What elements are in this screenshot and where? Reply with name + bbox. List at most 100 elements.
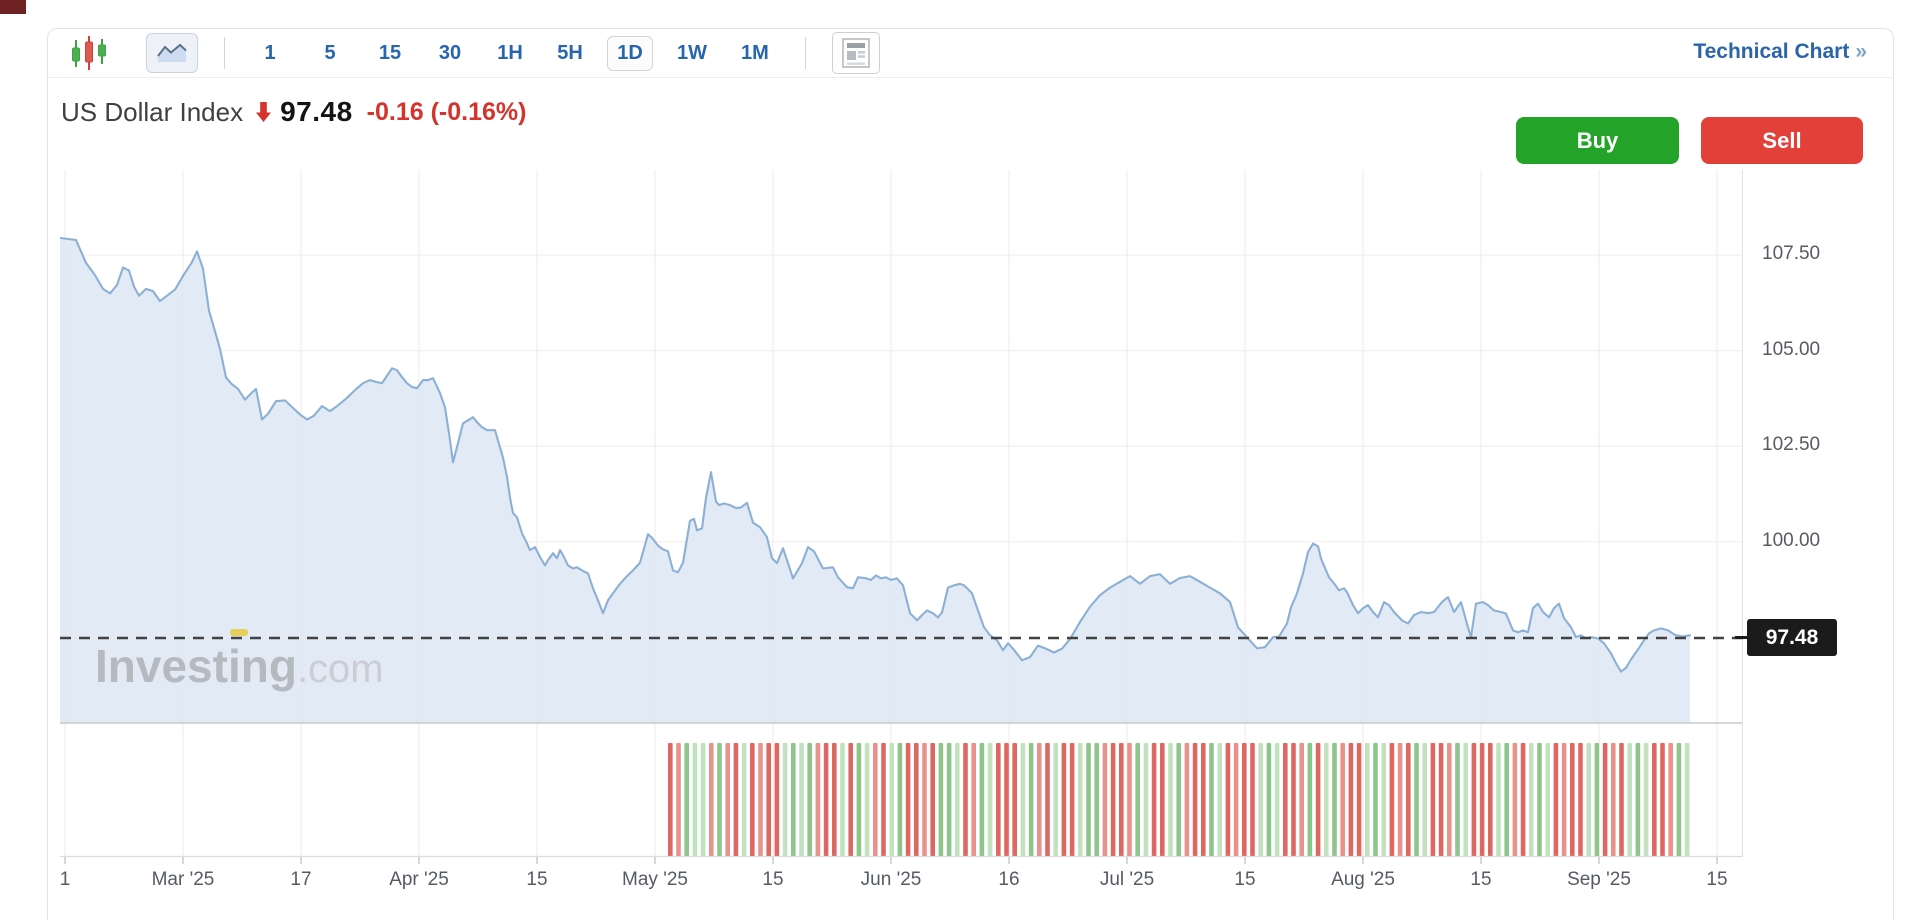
volume-bar bbox=[1078, 743, 1083, 857]
volume-bar bbox=[758, 743, 763, 857]
volume-bar bbox=[922, 743, 927, 857]
interval-button-5[interactable]: 5 bbox=[307, 36, 353, 71]
volume-bar bbox=[1324, 743, 1329, 857]
volume-bar bbox=[1160, 743, 1165, 857]
volume-bar bbox=[889, 743, 894, 857]
buy-button[interactable]: Buy bbox=[1516, 117, 1679, 164]
x-axis-label: 15 bbox=[762, 869, 784, 890]
volume-bar bbox=[823, 743, 829, 857]
interval-button-group: 1 5 15 30 1H 5H 1D 1W 1M bbox=[247, 35, 779, 71]
volume-bar bbox=[1184, 743, 1190, 857]
volume-bar bbox=[1315, 743, 1321, 857]
interval-button-1d[interactable]: 1D bbox=[607, 35, 653, 71]
volume-bar bbox=[856, 743, 862, 857]
volume-bar bbox=[1151, 743, 1157, 857]
volume-bar bbox=[840, 743, 845, 857]
volume-bar bbox=[1406, 743, 1411, 857]
volume-bar bbox=[1684, 743, 1690, 857]
volume-bar bbox=[832, 743, 837, 857]
x-axis-label: 1 bbox=[59, 869, 71, 890]
x-axis-label: Sep '25 bbox=[1567, 869, 1631, 890]
volume-bar bbox=[864, 743, 870, 857]
y-axis-label: 102.50 bbox=[1762, 434, 1821, 456]
volume-bar bbox=[1660, 743, 1665, 857]
toolbar-separator bbox=[804, 37, 806, 69]
news-layout-button[interactable] bbox=[831, 32, 880, 74]
interval-button-5h[interactable]: 5H bbox=[547, 36, 593, 71]
volume-bar bbox=[1561, 743, 1567, 857]
price-chart-plot-area[interactable]: Investing.com bbox=[60, 170, 1743, 870]
interval-button-1w[interactable]: 1W bbox=[667, 36, 717, 71]
investing-watermark: Investing.com bbox=[95, 640, 384, 692]
interval-button-1h[interactable]: 1H bbox=[487, 36, 533, 71]
interval-button-1[interactable]: 1 bbox=[247, 36, 293, 71]
last-price: 97.48 bbox=[280, 96, 353, 127]
volume-bar bbox=[1102, 743, 1108, 857]
technical-chart-link[interactable]: Technical Chart» bbox=[1693, 40, 1867, 64]
x-axis-label: Jun '25 bbox=[860, 869, 922, 890]
x-axis-label: Aug '25 bbox=[1331, 869, 1395, 890]
interval-button-30[interactable]: 30 bbox=[427, 36, 473, 71]
volume-bar bbox=[1192, 743, 1198, 857]
x-axis-label: 15 bbox=[1706, 869, 1728, 890]
x-axis-label: 15 bbox=[1234, 869, 1256, 890]
volume-bar bbox=[1135, 743, 1140, 857]
volume-bar bbox=[1053, 743, 1058, 857]
volume-bar bbox=[1512, 743, 1518, 857]
volume-bar bbox=[1291, 743, 1296, 857]
interval-button-1m[interactable]: 1M bbox=[731, 36, 779, 71]
volume-bar bbox=[1422, 743, 1427, 857]
volume-bar bbox=[1676, 743, 1682, 857]
x-axis-label: Apr '25 bbox=[389, 869, 449, 890]
volume-bar bbox=[1463, 743, 1468, 857]
volume-bar bbox=[1471, 743, 1477, 857]
volume-bar bbox=[1283, 743, 1288, 857]
volume-bar bbox=[1020, 743, 1026, 857]
candlestick-icon bbox=[72, 36, 106, 70]
x-axis-label: May '25 bbox=[622, 869, 688, 890]
volume-bar bbox=[1381, 743, 1386, 857]
y-axis-label: 100.00 bbox=[1762, 529, 1821, 551]
volume-bar bbox=[1348, 743, 1354, 857]
volume-bar bbox=[905, 743, 911, 857]
volume-bar bbox=[717, 743, 722, 857]
volume-bar bbox=[1069, 743, 1075, 857]
volume-bar bbox=[676, 743, 681, 857]
sell-button[interactable]: Sell bbox=[1701, 117, 1863, 164]
candlestick-chart-type-button[interactable] bbox=[70, 34, 110, 72]
volume-bar bbox=[897, 743, 903, 857]
volume-bar bbox=[1143, 743, 1149, 857]
volume-bar bbox=[1110, 743, 1116, 857]
volume-bar bbox=[1397, 743, 1403, 857]
volume-bar bbox=[946, 743, 952, 857]
volume-bar bbox=[1488, 743, 1493, 857]
volume-bar bbox=[1611, 743, 1616, 857]
volume-bar bbox=[1094, 743, 1099, 857]
volume-bar bbox=[1455, 743, 1460, 857]
volume-bar bbox=[1373, 743, 1378, 857]
volume-bar bbox=[1553, 743, 1559, 857]
volume-bar bbox=[791, 743, 796, 857]
volume-bar bbox=[1447, 743, 1452, 857]
volume-bar bbox=[996, 743, 1001, 857]
y-axis-label: 107.50 bbox=[1762, 243, 1821, 265]
volume-bar bbox=[930, 743, 935, 857]
volume-bar bbox=[1627, 743, 1632, 857]
volume-bar bbox=[807, 743, 812, 857]
area-chart-type-button[interactable] bbox=[146, 33, 198, 73]
x-axis-label: Mar '25 bbox=[151, 869, 215, 890]
volume-bar bbox=[1652, 743, 1657, 857]
volume-bar bbox=[692, 743, 698, 857]
volume-bar bbox=[938, 743, 944, 857]
volume-bar bbox=[1004, 743, 1009, 857]
volume-bar bbox=[1479, 743, 1485, 857]
interval-button-15[interactable]: 15 bbox=[367, 36, 413, 71]
volume-bar bbox=[987, 743, 993, 857]
watermark-accent bbox=[230, 629, 248, 636]
chevron-right-icon: » bbox=[1855, 40, 1867, 63]
volume-bar bbox=[1537, 743, 1542, 857]
volume-bar bbox=[668, 743, 673, 857]
volume-bar bbox=[1233, 743, 1239, 857]
volume-bar bbox=[1365, 743, 1370, 857]
area-chart-icon bbox=[157, 43, 187, 62]
